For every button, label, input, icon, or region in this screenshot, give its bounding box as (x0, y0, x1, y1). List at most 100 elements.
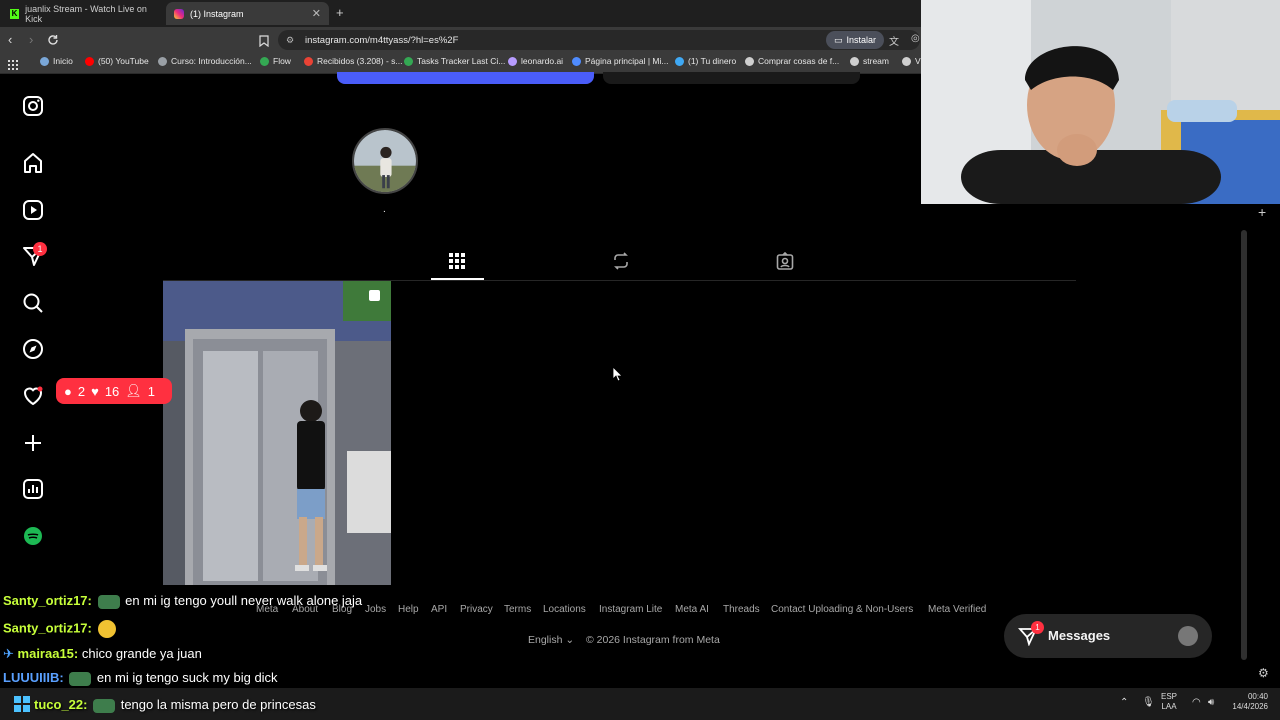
chat-username: tuco_22: (34, 697, 88, 712)
install-app-button[interactable]: ▭ Instalar (826, 31, 885, 49)
new-tab-icon[interactable]: + (336, 5, 344, 20)
bookmark-star-icon[interactable] (259, 34, 269, 48)
address-bar[interactable]: ⚙ instagram.com/m4ttyass/?hl=es%2F (278, 30, 920, 50)
copyright: © 2026 Instagram from Meta (586, 634, 720, 646)
bookmark-item[interactable]: Comprar cosas de f... (745, 56, 839, 66)
install-label: Instalar (846, 35, 877, 45)
apps-grid-icon[interactable] (8, 57, 18, 70)
messages-button[interactable]: 1 Messages (1004, 614, 1212, 658)
tray-chevron-up-icon[interactable]: ⌃ (1120, 697, 1128, 708)
reposts-icon[interactable] (612, 252, 630, 270)
bookmark-item[interactable]: (1) Tu dinero (675, 56, 736, 66)
footer-link[interactable]: Terms (504, 604, 531, 615)
instagram-favicon-icon (174, 8, 184, 19)
bookmark-item[interactable]: V (902, 56, 921, 66)
tab-kick[interactable]: K juanlix Stream - Watch Live on Kick (2, 2, 162, 25)
bookmark-item[interactable]: Inicio (40, 56, 73, 66)
microphone-icon[interactable]: 🎙︎ (1142, 697, 1155, 708)
windows-start-icon[interactable] (14, 696, 30, 712)
chat-line: LUUUIIIB: en mi ig tengo suck my big dic… (3, 670, 278, 686)
chat-username: Santy_ortiz17: (3, 620, 92, 636)
reels-icon[interactable] (21, 198, 45, 222)
search-icon[interactable] (21, 291, 45, 315)
site-info-icon[interactable]: ⚙ (286, 35, 294, 46)
tab-instagram[interactable]: (1) Instagram ✕ (166, 2, 329, 25)
back-icon[interactable]: ‹ (8, 32, 12, 47)
multi-post-icon (369, 290, 380, 301)
footer-link[interactable]: Instagram Lite (599, 604, 662, 615)
footer-link[interactable]: Threads (723, 604, 760, 615)
footer-link[interactable]: Locations (543, 604, 586, 615)
reload-icon[interactable] (47, 33, 59, 45)
messages-label: Messages (1048, 628, 1111, 643)
chat-username: Santy_ortiz17: (3, 593, 92, 608)
edit-profile-button[interactable] (337, 72, 594, 84)
footer-link[interactable]: Privacy (460, 604, 493, 615)
bookmark-item[interactable]: (50) YouTube (85, 56, 149, 66)
threads-icon[interactable] (21, 524, 45, 548)
footer-link[interactable]: Jobs (365, 604, 386, 615)
add-icon[interactable]: + (1258, 204, 1266, 220)
chat-line: tuco_22: tengo la misma pero de princesa… (34, 697, 316, 713)
bookmark-label: stream (863, 56, 889, 66)
footer-link[interactable]: Help (398, 604, 419, 615)
chat-line: ✈ mairaa15: chico grande ya juan (3, 646, 202, 662)
bookmark-item[interactable]: leonardo.ai (508, 56, 563, 66)
comment-count: 2 (77, 383, 86, 399)
footer-link[interactable]: Meta Verified (928, 604, 986, 615)
language-label: English (528, 634, 563, 646)
notification-popup[interactable]: ● 2 ♥ 16 👤︎ 1 (56, 378, 172, 404)
bookmark-item[interactable]: Tasks Tracker Last Ci... (404, 56, 505, 66)
emote-icon (97, 594, 120, 609)
person-icon: 👤︎ (125, 383, 142, 398)
leonardo-icon (508, 56, 517, 66)
dashboard-icon[interactable] (21, 477, 45, 501)
wifi-icon[interactable]: ◠ (1192, 697, 1201, 708)
view-archive-button[interactable] (603, 72, 860, 84)
notifications-icon[interactable] (21, 384, 45, 408)
post-thumbnail[interactable] (163, 281, 391, 585)
tab-label: juanlix Stream - Watch Live on Kick (25, 3, 147, 24)
volume-icon[interactable]: 🔊︎ (1208, 697, 1214, 708)
globe-icon (40, 56, 49, 66)
forward-icon[interactable]: › (29, 32, 33, 47)
tagged-icon[interactable] (776, 251, 794, 270)
clock-time: 00:40 (1247, 692, 1268, 701)
chat-message: tengo la misma pero de princesas (120, 697, 316, 712)
url-text: instagram.com/m4ttyass/?hl=es%2F (305, 34, 459, 46)
explore-icon[interactable] (21, 337, 45, 361)
profile-avatar[interactable] (352, 128, 418, 194)
create-icon[interactable] (21, 431, 45, 455)
translate-icon[interactable]: 文 (889, 33, 899, 48)
monitor-icon: ▭ (834, 34, 843, 45)
extensions-icon[interactable]: ◎ (911, 33, 920, 44)
chat-line: Santy_ortiz17: en mi ig tengo youll neve… (3, 593, 362, 609)
bookmark-item[interactable]: Flow (260, 56, 291, 66)
bookmark-label: (1) Tu dinero (688, 56, 737, 66)
emote-icon (69, 671, 92, 686)
bookmark-item[interactable]: Recibidos (3.208) - s... (304, 56, 403, 66)
streamer-webcam (921, 0, 1280, 204)
footer-link[interactable]: Contact Uploading & Non-Users (771, 604, 913, 615)
folder-icon (745, 56, 754, 66)
chat-message: chico grande ya juan (81, 646, 202, 661)
settings-gear-icon[interactable]: ⚙ (1258, 666, 1269, 680)
home-icon[interactable] (21, 151, 45, 175)
bookmark-item[interactable]: Curso: Introducción... (158, 56, 252, 66)
bookmark-label: Tasks Tracker Last Ci... (417, 56, 506, 66)
bookmark-item[interactable]: stream (850, 56, 889, 66)
bookmark-item[interactable]: Página principal | Mi... (572, 56, 668, 66)
posts-grid-icon[interactable] (448, 252, 466, 270)
footer-link[interactable]: Meta AI (675, 604, 709, 615)
bookmark-label: Inicio (53, 56, 73, 66)
messages-icon[interactable]: 1 (21, 242, 47, 268)
input-language[interactable]: ESP LAA (1161, 692, 1177, 712)
page-scrollbar[interactable] (1241, 230, 1247, 660)
instagram-logo-icon[interactable] (21, 94, 45, 118)
language-selector[interactable]: English ⌄ (528, 634, 574, 646)
footer-link[interactable]: API (431, 604, 447, 615)
close-tab-icon[interactable]: ✕ (312, 7, 321, 20)
clock[interactable]: 00:40 14/4/2026 (1226, 692, 1268, 712)
bookmark-label: leonardo.ai (521, 56, 564, 66)
bookmark-label: Recibidos (3.208) - s... (317, 56, 403, 66)
